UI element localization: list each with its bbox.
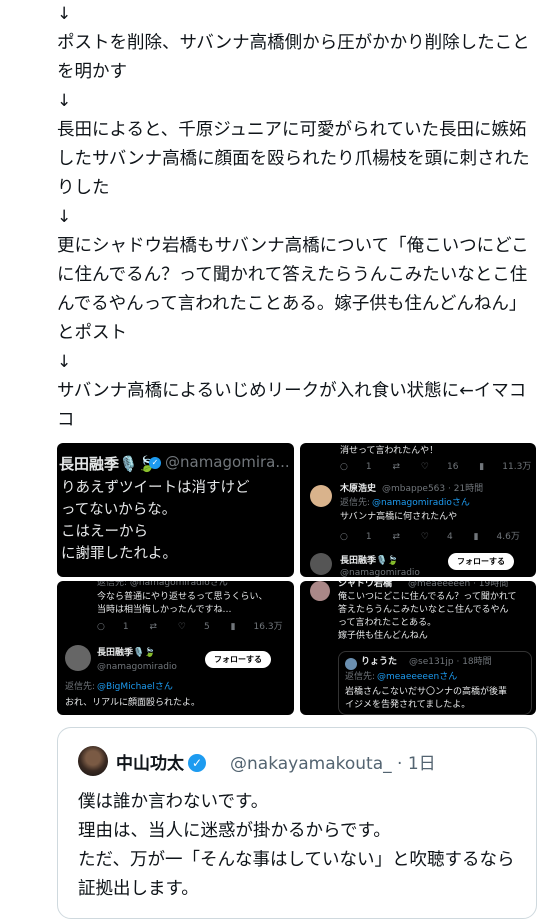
reply-icon: ○ [97,622,105,632]
like-icon: ♡ [420,532,429,542]
quote-author-handle: @nakayamakouta_ · 1日 [230,754,436,774]
reply-icon: ○ [340,532,348,542]
view-count: 16.3万 [253,622,283,632]
tweet-text: 消せって言われたんや！ [340,446,439,456]
verified-icon: ✓ [188,754,206,772]
avatar[interactable] [78,746,108,776]
reply-to-link[interactable]: @meaeeeeenさん [377,671,457,684]
embedded-quote[interactable]: りょうた @se131jp · 18時間 返信先: @meaeeeeenさん 岩… [338,651,532,715]
like-icon: ♡ [177,622,186,632]
tweet-line: 俺こいつにどこに住んでるん？って聞かれて [338,592,517,602]
quote-text: 岩橋さんこないだサ〇ンナの高橋が後輩 イジメを告発されてましたよ。 [345,686,507,712]
tweet-text: りあえずツイートは消すけど ってないからな。 こはえーから に謝罪したれよ。 [61,477,250,565]
author-name: 長田融季🎙️🍃 [59,455,157,473]
quote-author-name: 中山功太 ✓ [116,749,206,774]
post-body: ↓ ポストを削除、サバンナ高橋側から圧がかかり削除したことを明かす ↓ 長田によ… [57,0,537,435]
reply-icon: ○ [340,462,348,472]
views-icon: ▮ [473,532,479,542]
view-count: 11.3万 [502,462,532,472]
view-count: 4.6万 [496,532,520,542]
reply-to-link[interactable]: @BigMichaelさん [97,681,173,694]
quote-tweet-card[interactable]: 中山功太 ✓ @nakayamakouta_ · 1日 僕は誰か言わないです。 理… [57,727,537,919]
avatar [345,658,357,670]
quote-line: ただ、万が一「そんな事はしていない」と吹聴するなら証拠出します。 [78,850,515,899]
tweet-line: 当時は相当悔しかったんですね… [97,605,232,615]
quote-line: イジメを告発されてましたよ。 [345,700,471,710]
reply-to-label: 返信先: [65,682,96,692]
screenshot-panel-3[interactable]: 返信先: @namagomiradioさん 今なら普通にやり返せるって思うくらい… [57,581,294,715]
reply-to-link[interactable]: @namagomiradioさん [372,497,470,510]
avatar[interactable] [310,581,330,601]
reply-to-label: 返信先: @namagomiradioさん [97,581,228,588]
tweet-line: 嫁子供も住んどんねん [338,631,428,641]
engagement-bar: ○ 1 ⇄ ♡ 5 ▮ 16.3万 [97,621,294,634]
quote-line: 僕は誰か言わないです。 [78,792,269,812]
quote-body: 僕は誰か言わないです。 理由は、当人に迷惑が掛かるからです。 ただ、万が一「そん… [78,788,528,904]
like-count: 16 [446,462,459,472]
reply-count: 1 [122,622,129,632]
tweet-text: 俺こいつにどこに住んでるん？って聞かれて 答えたらうんこみたいなとこ住んでるやん… [338,591,517,643]
arrow-down: ↓ [57,207,72,227]
arrow-down: ↓ [57,352,72,372]
retweet-icon: ⇄ [392,462,401,472]
post-paragraph: 更にシャドウ岩橋もサバンナ高橋について「俺こいつにどこに住んでるん？って聞かれて… [57,236,529,343]
like-count: 5 [203,622,210,632]
reply-author-name: 木原浩史 [340,484,377,494]
author-handle: @namagomiradio [97,662,177,672]
arrow-down: ↓ [57,91,72,111]
post-paragraph: ポストを削除、サバンナ高橋側から圧がかかり削除したことを明かす [57,33,530,82]
tweet-line: ってないからな。 [61,502,177,518]
views-icon: ▮ [479,462,485,472]
views-icon: ▮ [230,622,236,632]
arrow-down: ↓ [57,4,72,24]
reply-text: おれ、リアルに顔面殴られたよ。 [65,698,201,708]
avatar[interactable] [65,645,91,671]
like-icon: ♡ [420,462,429,472]
tweet-line: に謝罪したれよ。 [61,546,177,562]
tweet-line: りあえずツイートは消すけど [61,480,250,496]
screenshot-panel-1[interactable]: 長田融季🎙️🍃 ✓ @namagomira... りあえずツイートは消すけど っ… [57,443,294,577]
author-handle: @namagomiradio [340,568,420,577]
tweet-line: 今なら普通にやり返せるって思うくらい、 [97,592,268,602]
retweet-icon: ⇄ [392,532,401,542]
retweet-icon: ⇄ [149,622,158,632]
screenshot-panel-2[interactable]: 消せって言われたんや！ ○ 1 ⇄ ♡ 16 ▮ 11.3万 木原浩史 @mbappe… [300,443,536,577]
post-paragraph: 長田によると、千原ジュニアに可愛がられていた長田に嫉妬したサバンナ高橋に顔面を殴… [57,120,530,198]
follow-button[interactable]: フォローする [205,651,271,668]
author-name: シャドウ岩橋 [338,581,393,589]
verified-icon: ✓ [149,457,161,469]
quote-line: 岩橋さんこないだサ〇ンナの高橋が後輩 [345,687,508,697]
quote-author-name: りょうた [361,657,398,667]
tweet-text: 今なら普通にやり返せるって思うくらい、 当時は相当悔しかったんですね… [97,591,268,617]
reply-to-label: 返信先: [345,672,376,682]
quote-author-name-text: 中山功太 [116,754,184,774]
avatar[interactable] [310,553,332,575]
author-name: 長田融季🎙️🍃 [97,648,156,658]
reply-count: 1 [365,462,372,472]
engagement-bar: ○ 1 ⇄ ♡ 16 ▮ 11.3万 [340,461,536,474]
post-paragraph: サバンナ高橋によるいじめリークが入れ食い状態に←イマココ [57,381,527,430]
tweet-line: って言われたことある。 [338,618,437,628]
reply-to-label: 返信先: [340,498,371,508]
tweet-line: こはえーから [61,524,148,540]
engagement-bar: ○ 1 ⇄ ♡ 4 ▮ 4.6万 [340,531,536,544]
quote-line: 理由は、当人に迷惑が掛かるからです。 [78,821,391,841]
tweet-line: 答えたらうんこみたいなとこ住んでるやん [338,605,509,615]
screenshot-panel-4[interactable]: シャドウ岩橋 @meaeeeeen · 19時間 俺こいつにどこに住んでるん？っ… [300,581,536,715]
quote-author-handle: @se131jp · 18時間 [409,657,492,667]
like-count: 4 [446,532,453,542]
follow-button[interactable]: フォローする [448,553,514,570]
reply-text: サバンナ高橋に何されたんや [340,512,458,522]
reply-count: 1 [365,532,372,542]
author-handle: @meaeeeeen · 19時間 [408,581,509,589]
author-handle: @namagomira... [165,453,290,471]
avatar[interactable] [310,485,332,507]
image-grid[interactable]: 長田融季🎙️🍃 ✓ @namagomira... りあえずツイートは消すけど っ… [57,443,536,715]
reply-author-handle: @mbappe563 · 21時間 [382,484,484,494]
